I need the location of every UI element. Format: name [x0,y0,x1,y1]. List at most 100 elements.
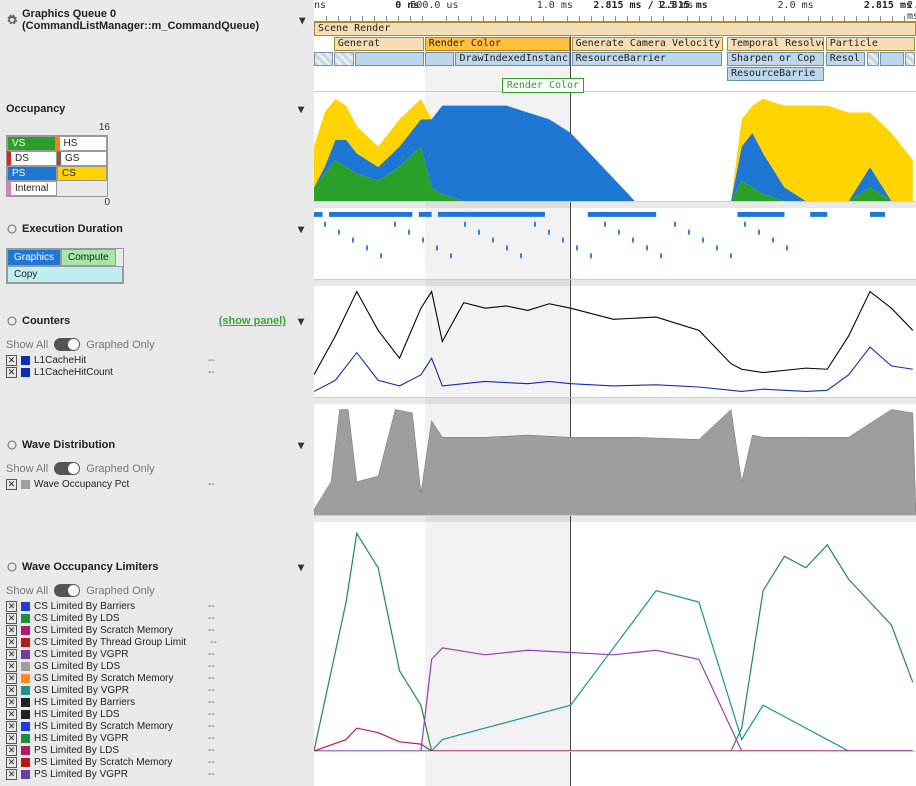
wavedist-toggle[interactable] [54,462,80,475]
limiters-header[interactable]: Wave Occupancy Limiters ▾ [6,556,308,580]
event-bar[interactable]: DrawIndexedInstanc [455,52,569,66]
list-item[interactable]: ✕CS Limited By VGPR-- [6,649,308,660]
checkbox-icon[interactable]: ✕ [6,745,17,756]
color-swatch [21,674,30,683]
limiters-toggle[interactable] [54,584,80,597]
chevron-down-icon[interactable]: ▾ [294,102,308,116]
event-bar[interactable]: Render Color [425,37,571,51]
legend-hs[interactable]: HS [56,136,108,151]
execution-header[interactable]: Execution Duration ▾ [6,218,308,242]
checkbox-icon[interactable]: ✕ [6,613,17,624]
chevron-down-icon[interactable]: ▾ [297,13,309,27]
queue-header[interactable]: Graphics Queue 0 (CommandListManager::m_… [6,4,308,38]
execution-lane[interactable] [314,208,916,280]
list-item[interactable]: ✕CS Limited By Thread Group Limit-- [6,637,308,648]
list-item[interactable]: ✕L1CacheHitCount-- [6,367,308,378]
list-item[interactable]: ✕CS Limited By Scratch Memory-- [6,625,308,636]
list-item[interactable]: ✕HS Limited By Barriers-- [6,697,308,708]
event-bar[interactable]: Resol [826,52,866,66]
chevron-down-icon[interactable]: ▾ [294,438,308,452]
list-item[interactable]: ✕HS Limited By Scratch Memory-- [6,721,308,732]
event-bar[interactable] [314,52,333,66]
sidebar: Graphics Queue 0 (CommandListManager::m_… [0,0,314,786]
timeline-pane[interactable]: 0 ns 2.815 ms / 2.815 ms 2.815 ms 0 ns50… [314,0,916,786]
counter-value: -- [188,709,215,720]
color-swatch [21,480,30,489]
checkbox-icon[interactable]: ✕ [6,733,17,744]
list-item[interactable]: ✕HS Limited By LDS-- [6,709,308,720]
checkbox-icon[interactable]: ✕ [6,637,17,648]
wave-dist-header[interactable]: Wave Distribution ▾ [6,434,308,458]
event-bar[interactable] [905,52,915,66]
list-item[interactable]: ✕PS Limited By Scratch Memory-- [6,757,308,768]
chevron-down-icon[interactable]: ▾ [294,314,308,328]
event-bar[interactable] [355,52,424,66]
counter-value: -- [188,769,215,780]
ruler-tick: 0 ns [314,0,326,11]
checkbox-icon[interactable]: ✕ [6,601,17,612]
event-bar[interactable] [867,52,880,66]
limiters-lane[interactable] [314,522,916,752]
event-bar[interactable] [880,52,903,66]
list-item[interactable]: ✕CS Limited By LDS-- [6,613,308,624]
legend-graphics[interactable]: Graphics [7,249,61,266]
time-ruler[interactable]: 0 ns 2.815 ms / 2.815 ms 2.815 ms 0 ns50… [314,0,916,22]
list-item[interactable]: ✕PS Limited By LDS-- [6,745,308,756]
event-bar[interactable]: Scene Render [314,22,916,36]
list-item[interactable]: ✕PS Limited By VGPR-- [6,769,308,780]
execution-legend: Graphics Compute Copy [6,248,124,284]
checkbox-icon[interactable]: ✕ [6,709,17,720]
event-tree[interactable]: Scene Render GeneratRender ColorGenerate… [314,22,916,92]
list-item[interactable]: ✕L1CacheHit-- [6,355,308,366]
legend-vs[interactable]: VS [7,136,56,151]
list-item[interactable]: ✕Wave Occupancy Pct-- [6,479,308,490]
checkbox-icon[interactable]: ✕ [6,697,17,708]
checkbox-icon[interactable]: ✕ [6,769,17,780]
counters-toggle[interactable] [54,338,80,351]
counter-label: GS Limited By Scratch Memory [34,673,184,684]
event-bar[interactable]: Particle [826,37,916,51]
legend-compute[interactable]: Compute [61,249,116,266]
checkbox-icon[interactable]: ✕ [6,479,17,490]
checkbox-icon[interactable]: ✕ [6,673,17,684]
event-bar[interactable]: ResourceBarrier [572,52,723,66]
counter-label: HS Limited By Scratch Memory [34,721,184,732]
checkbox-icon[interactable]: ✕ [6,721,17,732]
legend-ds[interactable]: DS [7,151,57,166]
event-bar[interactable]: Sharpen or Cop [727,52,824,66]
checkbox-icon[interactable]: ✕ [6,367,17,378]
checkbox-icon[interactable]: ✕ [6,649,17,660]
list-item[interactable]: ✕GS Limited By Scratch Memory-- [6,673,308,684]
wavedist-lane[interactable] [314,404,916,516]
checkbox-icon[interactable]: ✕ [6,757,17,768]
counter-label: Wave Occupancy Pct [34,479,184,490]
checkbox-icon[interactable]: ✕ [6,685,17,696]
list-item[interactable]: ✕GS Limited By VGPR-- [6,685,308,696]
checkbox-icon[interactable]: ✕ [6,355,17,366]
legend-gs[interactable]: GS [57,151,107,166]
legend-copy[interactable]: Copy [7,266,123,283]
event-bar[interactable]: ResourceBarrie [727,67,824,81]
checkbox-icon[interactable]: ✕ [6,625,17,636]
event-bar[interactable]: Generat [334,37,424,51]
event-bar[interactable]: Generate Camera Velocity [572,37,724,51]
list-item[interactable]: ✕CS Limited By Barriers-- [6,601,308,612]
occupancy-axis-max: 16 [99,122,110,133]
checkbox-icon[interactable]: ✕ [6,661,17,672]
event-bar[interactable] [334,52,354,66]
counters-lane[interactable] [314,286,916,398]
occupancy-lane[interactable] [314,92,916,202]
chevron-down-icon[interactable]: ▾ [294,560,308,574]
show-panel-link[interactable]: (show panel) [219,315,294,327]
counters-header[interactable]: Counters (show panel) ▾ [6,310,308,334]
event-bar[interactable]: Temporal Resolve [727,37,824,51]
legend-cs[interactable]: CS [57,166,107,181]
list-item[interactable]: ✕HS Limited By VGPR-- [6,733,308,744]
list-item[interactable]: ✕GS Limited By LDS-- [6,661,308,672]
show-all-label: Show All [6,585,48,597]
legend-internal[interactable]: Internal [7,181,57,196]
occupancy-header[interactable]: Occupancy ▾ [6,98,308,122]
legend-ps[interactable]: PS [7,166,57,181]
chevron-down-icon[interactable]: ▾ [294,222,308,236]
event-bar[interactable] [425,52,454,66]
